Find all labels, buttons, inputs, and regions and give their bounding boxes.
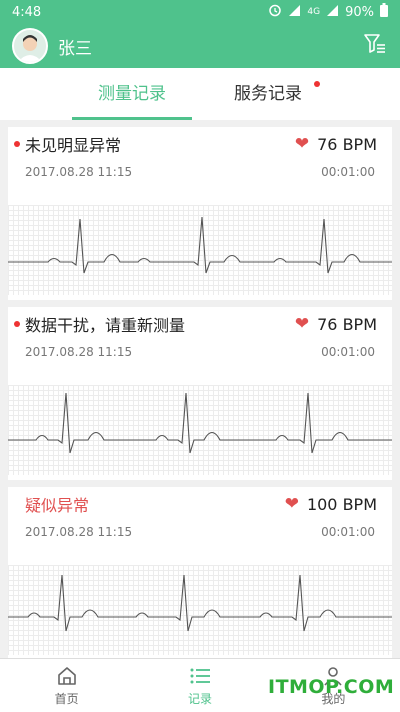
record-header: 数据干扰，请重新测量 ❤ 76 BPM: [8, 307, 392, 341]
signal-icon: [288, 4, 301, 21]
nav-label: 首页: [54, 692, 79, 706]
filter-button[interactable]: [362, 33, 388, 59]
heart-rate: ❤ 100 BPM: [285, 494, 377, 514]
signal-icon-2: [326, 4, 339, 21]
heart-rate: ❤ 76 BPM: [295, 314, 377, 334]
record-status: 未见明显异常: [25, 136, 122, 155]
record-duration: 00:01:00: [321, 165, 375, 179]
clock: 4:48: [12, 4, 42, 20]
record-card[interactable]: 疑似异常 ❤ 100 BPM 2017.08.28 11:15 00:01:00: [8, 487, 392, 660]
heart-rate: ❤ 76 BPM: [295, 134, 377, 154]
status-icons: 4G 90%: [268, 3, 388, 21]
bpm-value: 76 BPM: [317, 314, 377, 334]
filter-icon: [363, 33, 387, 59]
nav-home[interactable]: 首页: [0, 659, 133, 712]
records-list: 未见明显异常 ❤ 76 BPM 2017.08.28 11:15 00:01:0…: [8, 127, 392, 667]
unread-dot: [14, 141, 20, 147]
heart-icon: ❤: [294, 134, 310, 154]
home-icon: [56, 664, 78, 688]
record-status: 疑似异常: [25, 496, 90, 515]
tab-measure-records[interactable]: 测量记录: [72, 68, 192, 120]
ecg-waveform: [8, 565, 392, 655]
record-duration: 00:01:00: [321, 345, 375, 359]
record-meta: 2017.08.28 11:15 00:01:00: [8, 161, 392, 183]
record-meta: 2017.08.28 11:15 00:01:00: [8, 341, 392, 363]
bpm-value: 76 BPM: [317, 134, 377, 154]
ecg-waveform: [8, 385, 392, 475]
list-icon: [188, 664, 212, 688]
battery-icon: [380, 3, 388, 21]
ecg-waveform: [8, 205, 392, 295]
unread-dot: [14, 321, 20, 327]
record-meta: 2017.08.28 11:15 00:01:00: [8, 521, 392, 543]
record-header: 疑似异常 ❤ 100 BPM: [8, 487, 392, 521]
record-status: 数据干扰，请重新测量: [25, 316, 186, 335]
heart-icon: ❤: [284, 494, 299, 514]
record-card[interactable]: 未见明显异常 ❤ 76 BPM 2017.08.28 11:15 00:01:0…: [8, 127, 392, 300]
app-header: 张三: [0, 24, 400, 68]
record-datetime: 2017.08.28 11:15: [25, 165, 133, 179]
status-bar: 4:48 4G 90%: [0, 0, 400, 24]
record-duration: 00:01:00: [321, 525, 375, 539]
user-name[interactable]: 张三: [58, 34, 92, 59]
battery-level: 90%: [345, 4, 374, 20]
tab-service-records[interactable]: 服务记录: [208, 68, 328, 120]
notification-badge: [314, 81, 320, 87]
avatar[interactable]: [12, 28, 48, 64]
nav-records[interactable]: 记录: [133, 659, 266, 712]
record-card[interactable]: 数据干扰，请重新测量 ❤ 76 BPM 2017.08.28 11:15 00:…: [8, 307, 392, 480]
nav-label: 记录: [187, 692, 212, 706]
record-datetime: 2017.08.28 11:15: [25, 525, 133, 539]
record-header: 未见明显异常 ❤ 76 BPM: [8, 127, 392, 161]
tab-bar: 测量记录 服务记录: [0, 68, 400, 120]
record-datetime: 2017.08.28 11:15: [25, 345, 133, 359]
alarm-icon: [268, 3, 282, 21]
bpm-value: 100 BPM: [306, 494, 377, 514]
tab-label: 测量记录: [98, 84, 166, 104]
watermark: ITMOP.COM: [268, 676, 395, 698]
tab-label: 服务记录: [234, 84, 302, 104]
heart-icon: ❤: [294, 314, 310, 334]
network-type: 4G: [307, 7, 321, 17]
